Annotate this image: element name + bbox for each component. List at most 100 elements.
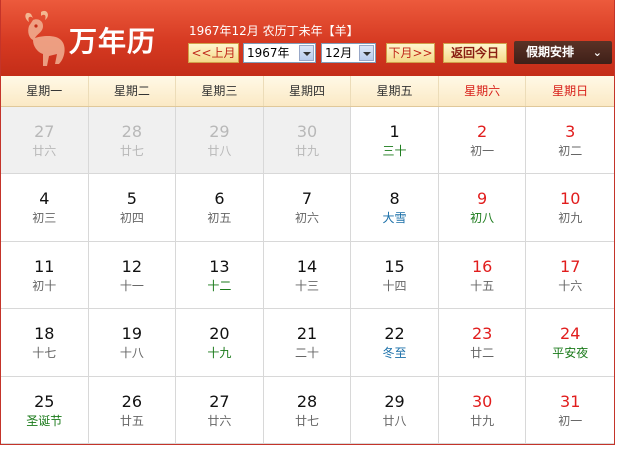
day-cell[interactable]: 23 廿二 bbox=[438, 309, 527, 377]
day-number: 13 bbox=[209, 256, 230, 276]
day-cell[interactable]: 26 廿五 bbox=[88, 376, 177, 444]
day-number: 18 bbox=[34, 324, 55, 344]
weekday-label: 星期一 bbox=[1, 76, 89, 106]
month-select[interactable]: 12月 bbox=[321, 43, 376, 63]
day-cell[interactable]: 29 廿八 bbox=[351, 376, 439, 444]
next-month-button[interactable]: 下月>> bbox=[386, 43, 435, 63]
day-cell[interactable]: 28 廿七 bbox=[263, 376, 352, 444]
weekday-label: 星期六 bbox=[439, 76, 527, 106]
day-cell[interactable]: 12 十一 bbox=[88, 241, 177, 310]
weekday-label: 星期二 bbox=[89, 76, 177, 106]
day-cell[interactable]: 24 平安夜 bbox=[526, 309, 614, 377]
lunar-date: 初八 bbox=[470, 211, 495, 226]
prev-month-button[interactable]: <<上月 bbox=[188, 43, 239, 63]
lunar-date: 初九 bbox=[558, 211, 583, 226]
day-cell[interactable]: 8 大雪 bbox=[351, 174, 439, 242]
day-number: 12 bbox=[121, 256, 143, 276]
day-number: 31 bbox=[560, 391, 581, 411]
lunar-date: 廿六 bbox=[207, 413, 232, 428]
lunar-date: 廿七 bbox=[119, 144, 144, 158]
day-grid: 27 廿六 28 廿七 29 廿八 30 廿九 1 三十 2 初一 3 初二 4 初三 5 初四 6 初五 7 初六 8 大雪… bbox=[1, 107, 614, 444]
day-cell[interactable]: 18 十七 bbox=[1, 309, 89, 377]
day-number: 26 bbox=[121, 391, 143, 411]
day-cell[interactable]: 27 廿六 bbox=[176, 376, 264, 444]
day-number: 9 bbox=[477, 189, 488, 209]
day-cell[interactable]: 2 初一 bbox=[438, 107, 527, 175]
day-number: 3 bbox=[565, 122, 576, 141]
chevron-down-icon[interactable] bbox=[359, 45, 374, 61]
day-cell[interactable]: 9 初八 bbox=[438, 174, 527, 242]
day-number: 4 bbox=[39, 189, 50, 209]
day-cell[interactable]: 4 初三 bbox=[1, 174, 89, 242]
day-number: 7 bbox=[301, 189, 313, 209]
weekday-label: 星期三 bbox=[176, 76, 264, 106]
day-cell[interactable]: 10 初九 bbox=[526, 174, 614, 242]
day-number: 30 bbox=[296, 122, 318, 141]
day-number: 1 bbox=[389, 122, 400, 141]
day-cell[interactable]: 20 十九 bbox=[176, 309, 264, 377]
lunar-date: 圣诞节 bbox=[26, 413, 63, 428]
chevron-down-icon[interactable] bbox=[299, 45, 314, 61]
lunar-date: 三十 bbox=[382, 144, 407, 158]
day-number: 5 bbox=[126, 189, 137, 209]
chevron-down-icon: ⌄ bbox=[592, 46, 602, 59]
year-select[interactable]: 1967年 bbox=[243, 43, 316, 63]
lunar-date: 初二 bbox=[558, 144, 583, 158]
day-number: 14 bbox=[296, 256, 318, 276]
day-cell[interactable]: 1 三十 bbox=[351, 107, 439, 175]
day-cell[interactable]: 3 初二 bbox=[526, 107, 614, 175]
weekday-label: 星期日 bbox=[552, 84, 589, 98]
year-select-value: 1967年 bbox=[247, 46, 290, 60]
lunar-date: 廿六 bbox=[32, 144, 57, 158]
weekday-label: 星期四 bbox=[264, 76, 352, 106]
day-number: 19 bbox=[121, 324, 143, 344]
lunar-date: 初四 bbox=[119, 211, 144, 226]
day-cell[interactable]: 22 冬至 bbox=[351, 309, 439, 377]
day-cell[interactable]: 15 十四 bbox=[351, 241, 439, 310]
lunar-date: 廿二 bbox=[470, 346, 495, 361]
day-number: 16 bbox=[471, 256, 493, 276]
day-number: 22 bbox=[384, 324, 405, 344]
year-info: 1967年12月 农历丁未年【羊】 bbox=[189, 24, 359, 38]
day-cell[interactable]: 25 圣诞节 bbox=[1, 376, 89, 444]
day-cell[interactable]: 19 十八 bbox=[88, 309, 177, 377]
lunar-date: 初十 bbox=[32, 278, 57, 293]
day-number: 28 bbox=[296, 391, 318, 411]
day-number: 27 bbox=[34, 122, 55, 141]
day-cell[interactable]: 29 廿八 bbox=[176, 107, 264, 175]
lunar-date: 廿九 bbox=[294, 144, 319, 158]
day-cell[interactable]: 28 廿七 bbox=[88, 107, 177, 175]
day-number: 11 bbox=[34, 256, 55, 276]
lunar-date: 十二 bbox=[207, 278, 232, 293]
day-cell[interactable]: 7 初六 bbox=[263, 174, 352, 242]
day-cell[interactable]: 11 初十 bbox=[1, 241, 89, 310]
lunar-date: 十四 bbox=[382, 278, 407, 293]
holiday-schedule-button[interactable]: 假期安排 ⌄ bbox=[514, 41, 612, 64]
lunar-date: 初一 bbox=[470, 144, 495, 158]
goat-logo-icon bbox=[25, 10, 65, 66]
day-cell[interactable]: 14 十三 bbox=[263, 241, 352, 310]
lunar-date: 十三 bbox=[294, 278, 319, 293]
day-cell[interactable]: 31 初一 bbox=[526, 376, 614, 444]
day-cell[interactable]: 6 初五 bbox=[176, 174, 264, 242]
lunar-date: 初六 bbox=[294, 211, 319, 226]
day-cell[interactable]: 16 十五 bbox=[438, 241, 527, 310]
day-number: 24 bbox=[560, 324, 581, 344]
lunar-date: 廿八 bbox=[382, 413, 407, 428]
day-cell[interactable]: 21 二十 bbox=[263, 309, 352, 377]
back-to-today-button[interactable]: 返回今日 bbox=[443, 43, 507, 63]
day-number: 27 bbox=[209, 391, 230, 411]
day-cell[interactable]: 13 十二 bbox=[176, 241, 264, 310]
lunar-date: 廿八 bbox=[207, 144, 232, 158]
lunar-date: 平安夜 bbox=[552, 346, 589, 361]
lunar-date: 二十 bbox=[294, 346, 319, 361]
lunar-date: 十六 bbox=[558, 278, 583, 293]
lunar-date: 廿五 bbox=[119, 413, 144, 428]
day-cell[interactable]: 30 廿九 bbox=[438, 376, 527, 444]
holiday-schedule-label: 假期安排 bbox=[526, 45, 575, 59]
day-cell[interactable]: 27 廿六 bbox=[1, 107, 89, 175]
day-cell[interactable]: 5 初四 bbox=[88, 174, 177, 242]
day-cell[interactable]: 17 十六 bbox=[526, 241, 614, 310]
lunar-date: 廿九 bbox=[470, 413, 495, 428]
day-cell[interactable]: 30 廿九 bbox=[263, 107, 352, 175]
